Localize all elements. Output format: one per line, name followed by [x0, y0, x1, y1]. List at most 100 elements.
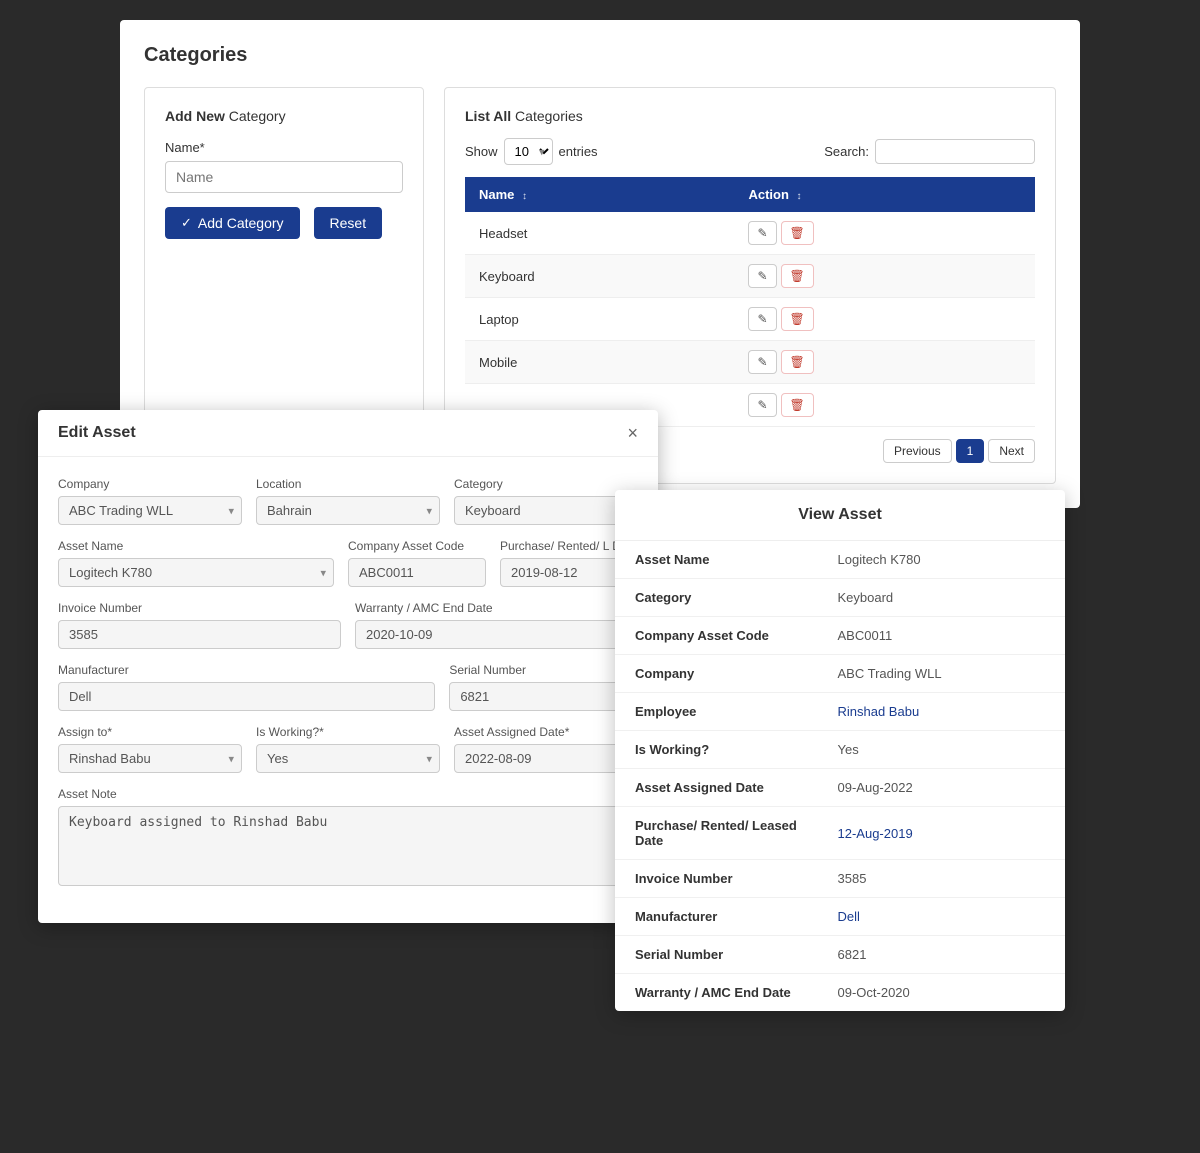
is-working-col: Is Working?* Yes	[256, 725, 440, 773]
is-working-select[interactable]: Yes	[256, 744, 440, 773]
add-category-heading: Add New Category	[165, 108, 403, 124]
category-select[interactable]: Keyboard	[454, 496, 638, 525]
action-buttons: ✎ 🗑	[748, 221, 1021, 245]
company-asset-code-label: Company Asset Code	[348, 539, 486, 553]
asset-name-select[interactable]: Logitech K780	[58, 558, 334, 587]
next-page-button[interactable]: Next	[988, 439, 1035, 463]
asset-name-col: Asset Name Logitech K780	[58, 539, 334, 587]
delete-button[interactable]: 🗑	[781, 350, 814, 374]
add-category-button[interactable]: ✓ Add Category	[165, 207, 300, 239]
page-1-button[interactable]: 1	[956, 439, 985, 463]
table-row: Keyboard ✎ 🗑	[465, 255, 1035, 298]
serial-number-label: Serial Number	[449, 663, 638, 677]
name-label: Name*	[165, 140, 403, 155]
category-col: Category Keyboard	[454, 477, 638, 525]
view-field-label: Employee	[615, 693, 818, 731]
company-asset-code-col: Company Asset Code	[348, 539, 486, 587]
view-field-label: Category	[615, 579, 818, 617]
view-field-value: 6821	[818, 936, 1066, 974]
category-label: Category	[454, 477, 638, 491]
entries-control: Show 10 25 50 entries	[465, 138, 598, 165]
previous-page-button[interactable]: Previous	[883, 439, 952, 463]
view-field-value: Keyboard	[818, 579, 1066, 617]
category-name-cell: Keyboard	[465, 255, 734, 298]
name-field-group: Name*	[165, 140, 403, 193]
edit-row-1: Company ABC Trading WLL Location Bahrain	[58, 477, 638, 525]
action-buttons: ✎ 🗑	[748, 307, 1021, 331]
entries-select[interactable]: 10 25 50	[504, 138, 553, 165]
view-field-label: Warranty / AMC End Date	[615, 974, 818, 1012]
action-sort-icon[interactable]: ↕	[797, 191, 802, 202]
invoice-col: Invoice Number	[58, 601, 341, 649]
assign-to-select[interactable]: Rinshad Babu	[58, 744, 242, 773]
view-field-value: Rinshad Babu	[818, 693, 1066, 731]
view-asset-row: Invoice Number 3585	[615, 860, 1065, 898]
view-field-value: Logitech K780	[818, 541, 1066, 579]
edit-asset-modal: Edit Asset × Company ABC Trading WLL Loc…	[38, 410, 658, 923]
view-asset-row: Asset Name Logitech K780	[615, 541, 1065, 579]
assign-to-label: Assign to*	[58, 725, 242, 739]
entries-label: entries	[559, 144, 598, 159]
edit-button[interactable]: ✎	[748, 393, 776, 417]
serial-number-col: Serial Number	[449, 663, 638, 711]
delete-button[interactable]: 🗑	[781, 393, 814, 417]
modal-close-button[interactable]: ×	[627, 424, 638, 442]
view-asset-header: View Asset	[615, 490, 1065, 541]
modal-title: Edit Asset	[58, 424, 136, 442]
edit-button[interactable]: ✎	[748, 350, 776, 374]
invoice-input[interactable]	[58, 620, 341, 649]
asset-assigned-date-input[interactable]	[454, 744, 638, 773]
manufacturer-input[interactable]	[58, 682, 435, 711]
action-cell: ✎ 🗑	[734, 298, 1035, 341]
delete-button[interactable]: 🗑	[781, 264, 814, 288]
action-cell: ✎ 🗑	[734, 384, 1035, 427]
checkmark-icon: ✓	[181, 215, 192, 231]
category-name-cell: Laptop	[465, 298, 734, 341]
reset-button[interactable]: Reset	[314, 207, 383, 239]
asset-note-label: Asset Note	[58, 787, 638, 801]
edit-row-4: Manufacturer Serial Number	[58, 663, 638, 711]
view-field-label: Asset Name	[615, 541, 818, 579]
table-row: Mobile ✎ 🗑	[465, 341, 1035, 384]
list-category-heading: List All Categories	[465, 108, 1035, 124]
page-title: Categories	[144, 44, 1056, 67]
table-row: Laptop ✎ 🗑	[465, 298, 1035, 341]
delete-button[interactable]: 🗑	[781, 307, 814, 331]
delete-button[interactable]: 🗑	[781, 221, 814, 245]
show-label: Show	[465, 144, 498, 159]
action-cell: ✎ 🗑	[734, 212, 1035, 255]
company-select[interactable]: ABC Trading WLL	[58, 496, 242, 525]
asset-note-textarea[interactable]: Keyboard assigned to Rinshad Babu	[58, 806, 638, 886]
view-field-value: Yes	[818, 731, 1066, 769]
location-select[interactable]: Bahrain	[256, 496, 440, 525]
edit-button[interactable]: ✎	[748, 221, 776, 245]
edit-button[interactable]: ✎	[748, 307, 776, 331]
view-asset-row: Employee Rinshad Babu	[615, 693, 1065, 731]
table-row: Headset ✎ 🗑	[465, 212, 1035, 255]
view-field-value: ABC0011	[818, 617, 1066, 655]
company-asset-code-input[interactable]	[348, 558, 486, 587]
modal-header: Edit Asset ×	[38, 410, 658, 457]
location-label: Location	[256, 477, 440, 491]
view-field-label: Is Working?	[615, 731, 818, 769]
action-buttons: ✎ 🗑	[748, 264, 1021, 288]
view-asset-table: Asset Name Logitech K780 Category Keyboa…	[615, 541, 1065, 1011]
view-asset-row: Is Working? Yes	[615, 731, 1065, 769]
view-field-label: Company Asset Code	[615, 617, 818, 655]
view-field-value: ABC Trading WLL	[818, 655, 1066, 693]
name-input[interactable]	[165, 161, 403, 193]
modal-body: Company ABC Trading WLL Location Bahrain	[38, 457, 658, 923]
serial-number-input[interactable]	[449, 682, 638, 711]
col-action: Action ↕	[734, 177, 1035, 212]
entries-select-wrapper: 10 25 50	[504, 138, 553, 165]
warranty-col: Warranty / AMC End Date	[355, 601, 638, 649]
edit-row-5: Assign to* Rinshad Babu Is Working?* Yes	[58, 725, 638, 773]
view-field-label: Manufacturer	[615, 898, 818, 936]
edit-row-3: Invoice Number Warranty / AMC End Date	[58, 601, 638, 649]
warranty-input[interactable]	[355, 620, 638, 649]
company-col: Company ABC Trading WLL	[58, 477, 242, 525]
edit-button[interactable]: ✎	[748, 264, 776, 288]
name-sort-icon[interactable]: ↕	[522, 191, 527, 202]
action-cell: ✎ 🗑	[734, 341, 1035, 384]
search-input[interactable]	[875, 139, 1035, 164]
